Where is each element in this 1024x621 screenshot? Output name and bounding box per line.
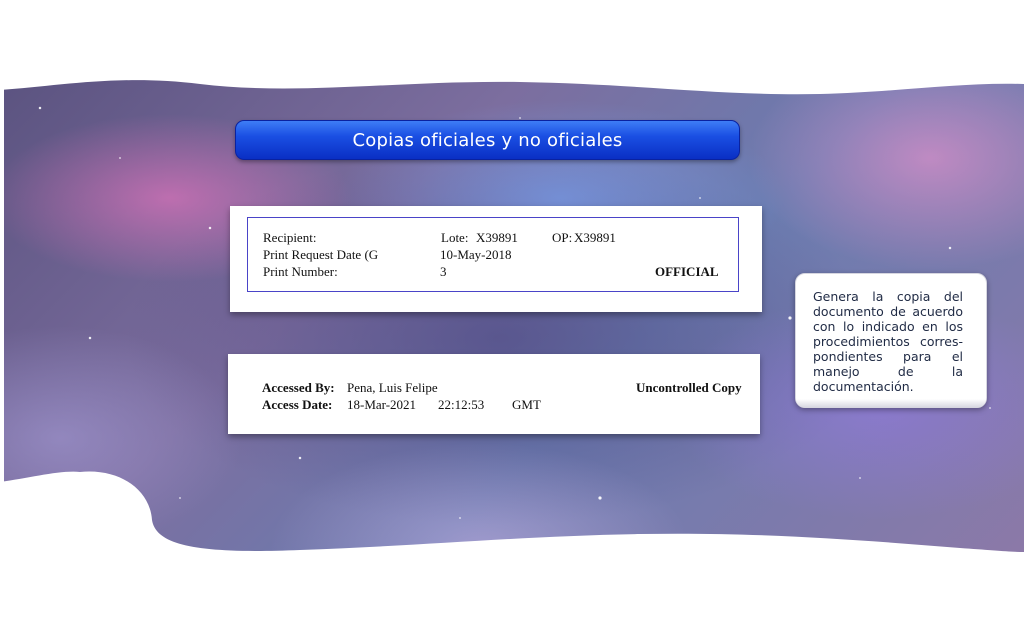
uncontrolled-copy-stamp: Uncontrolled Copy xyxy=(636,380,742,395)
note-shade xyxy=(796,399,986,407)
access-date-value: 18-Mar-2021 xyxy=(347,397,417,412)
op-value: X39891 xyxy=(574,230,616,245)
section-title-bar: Copias oficiales y no oficiales xyxy=(235,120,740,160)
op-label: OP: xyxy=(552,230,573,245)
accessed-by-label: Accessed By: xyxy=(262,380,335,395)
timezone-value: GMT xyxy=(512,397,541,412)
access-time-value: 22:12:53 xyxy=(438,397,485,412)
official-copy-card: Recipient: Print Request Date (G Print N… xyxy=(230,206,762,312)
section-title: Copias oficiales y no oficiales xyxy=(352,129,623,151)
note-callout: Genera la copia del documento de acuerdo… xyxy=(795,273,987,408)
lote-label: Lote: xyxy=(441,230,469,245)
print-number-value: 3 xyxy=(440,264,447,279)
official-stamp: OFFICIAL xyxy=(655,264,719,279)
print-request-date-label: Print Request Date (G xyxy=(263,247,379,262)
uncontrolled-copy-card: Accessed By: Pena, Luis Felipe Uncontrol… xyxy=(228,354,760,434)
accessed-by-value: Pena, Luis Felipe xyxy=(347,380,438,395)
print-request-date-value: 10-May-2018 xyxy=(440,247,512,262)
access-date-label: Access Date: xyxy=(262,397,333,412)
lote-value: X39891 xyxy=(476,230,518,245)
recipient-label: Recipient: xyxy=(263,230,317,245)
print-number-label: Print Number: xyxy=(263,264,338,279)
note-text: Genera la copia del documento de acuerdo… xyxy=(813,289,963,394)
